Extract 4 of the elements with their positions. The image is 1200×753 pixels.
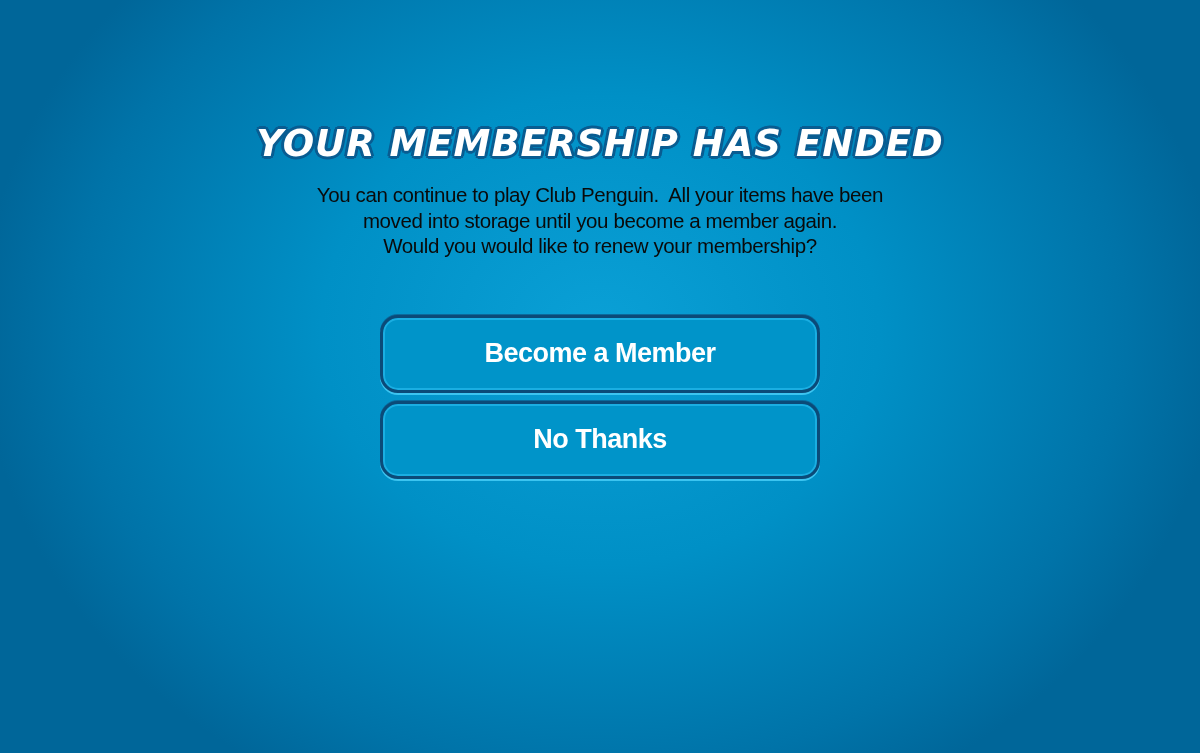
become-member-button[interactable]: Become a Member — [380, 314, 820, 393]
dialog-title: YOUR MEMBERSHIP HAS ENDED — [256, 121, 944, 167]
no-thanks-button[interactable]: No Thanks — [380, 400, 820, 479]
dialog-message: You can continue to play Club Penguin. All your items have been moved into storage until you become a member again. Would you would like to renew your membership? — [316, 182, 884, 259]
